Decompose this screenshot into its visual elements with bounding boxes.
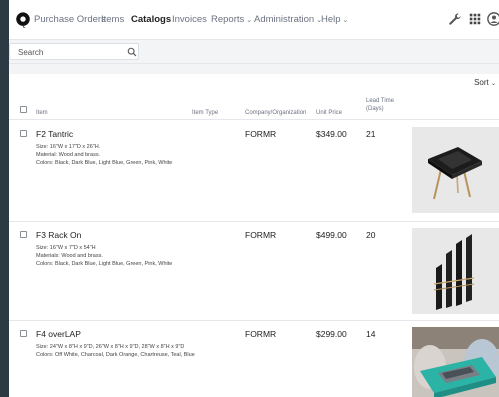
item-company: FORMR bbox=[245, 129, 277, 139]
item-description: Size: 16"W x 7"D x 54"H Materials: Wood … bbox=[36, 244, 211, 268]
description-line: Material: Wood and brass. bbox=[36, 152, 101, 158]
item-name[interactable]: F3 Rack On bbox=[36, 230, 81, 240]
row-checkbox[interactable] bbox=[20, 231, 27, 238]
column-item-type[interactable]: Item Type bbox=[192, 109, 218, 117]
table-row[interactable]: F4 overLAP Size: 24"W x 8"H x 9"D, 26"W … bbox=[9, 321, 499, 397]
stool-illustration bbox=[412, 127, 499, 213]
search-input[interactable] bbox=[18, 46, 118, 58]
search-box bbox=[9, 43, 139, 60]
column-company[interactable]: Company/Organization bbox=[245, 109, 306, 117]
item-company: FORMR bbox=[245, 329, 277, 339]
item-lead-time: 14 bbox=[366, 329, 376, 339]
item-description: Size: 24"W x 8"H x 9"D, 26"W x 8"H x 9"D… bbox=[36, 343, 211, 359]
rack-illustration bbox=[412, 228, 499, 314]
nav-reports-label: Reports bbox=[211, 14, 245, 25]
nav-items[interactable]: Items bbox=[101, 14, 124, 25]
item-name[interactable]: F2 Tantric bbox=[36, 129, 73, 139]
item-price: $349.00 bbox=[316, 129, 347, 139]
filter-bar bbox=[9, 40, 499, 64]
column-lead-time-label: Lead Time bbox=[366, 98, 395, 104]
nav-catalogs[interactable]: Catalogs bbox=[131, 14, 171, 25]
item-lead-time: 21 bbox=[366, 129, 376, 139]
product-image-f3-rack-on[interactable] bbox=[412, 228, 499, 314]
description-line: Colors: Off White, Charcoal, Dark Orange… bbox=[36, 352, 195, 358]
app-window: Purchase Orders Items Catalogs Invoices … bbox=[9, 0, 499, 397]
user-icon[interactable] bbox=[487, 12, 499, 26]
nav-help-label: Help bbox=[321, 14, 341, 25]
wrench-icon[interactable] bbox=[448, 12, 462, 26]
catalog-list: Sort ⌄ Item Item Type Company/Organizati… bbox=[9, 74, 499, 397]
column-lead-time-unit: (Days) bbox=[366, 106, 384, 112]
row-checkbox[interactable] bbox=[20, 130, 27, 137]
description-line: Colors: Black, Dark Blue, Light Blue, Gr… bbox=[36, 261, 173, 267]
product-image-f2-tantric[interactable] bbox=[412, 127, 499, 213]
nav-administration[interactable]: Administration ⌄ bbox=[254, 14, 322, 25]
item-name[interactable]: F4 overLAP bbox=[36, 329, 81, 339]
nav-reports[interactable]: Reports ⌄ bbox=[211, 14, 252, 25]
item-price: $499.00 bbox=[316, 230, 347, 240]
item-lead-time: 20 bbox=[366, 230, 376, 240]
table-header: Item Item Type Company/Organization Unit… bbox=[9, 90, 499, 120]
description-line: Size: 24"W x 8"H x 9"D, 26"W x 8"H x 9"D… bbox=[36, 344, 185, 350]
row-checkbox[interactable] bbox=[20, 330, 27, 337]
item-company: FORMR bbox=[245, 230, 277, 240]
table-row[interactable]: F2 Tantric Size: 16"W x 17"D x 26"H. Mat… bbox=[9, 121, 499, 222]
select-all-checkbox[interactable] bbox=[20, 106, 27, 113]
table-row[interactable]: F3 Rack On Size: 16"W x 7"D x 54"H Mater… bbox=[9, 222, 499, 321]
chevron-down-icon: ⌄ bbox=[246, 17, 253, 24]
column-item[interactable]: Item bbox=[36, 109, 48, 117]
logo-icon[interactable] bbox=[14, 11, 32, 29]
top-navigation: Purchase Orders Items Catalogs Invoices … bbox=[9, 0, 499, 40]
product-image-f4-overlap[interactable] bbox=[412, 327, 499, 397]
search-icon[interactable] bbox=[127, 47, 137, 57]
sort-dropdown[interactable]: Sort ⌄ bbox=[474, 78, 496, 87]
column-unit-price[interactable]: Unit Price bbox=[316, 109, 342, 117]
chevron-down-icon: ⌄ bbox=[342, 17, 349, 24]
nav-help[interactable]: Help ⌄ bbox=[321, 14, 348, 25]
description-line: Size: 16"W x 7"D x 54"H bbox=[36, 245, 96, 251]
apps-grid-icon[interactable] bbox=[468, 12, 482, 26]
lap-desk-illustration bbox=[412, 327, 499, 397]
description-line: Materials: Wood and brass. bbox=[36, 253, 103, 259]
nav-invoices[interactable]: Invoices bbox=[172, 14, 207, 25]
sort-label: Sort bbox=[474, 78, 489, 87]
chevron-down-icon: ⌄ bbox=[490, 81, 496, 87]
description-line: Colors: Black, Dark Blue, Light Blue, Gr… bbox=[36, 160, 173, 166]
item-description: Size: 16"W x 17"D x 26"H. Material: Wood… bbox=[36, 143, 211, 167]
item-price: $299.00 bbox=[316, 329, 347, 339]
nav-administration-label: Administration bbox=[254, 14, 315, 25]
spacer bbox=[9, 64, 499, 74]
description-line: Size: 16"W x 17"D x 26"H. bbox=[36, 144, 101, 150]
nav-purchase-orders[interactable]: Purchase Orders bbox=[34, 14, 106, 25]
column-lead-time[interactable]: Lead Time (Days) bbox=[366, 97, 394, 113]
